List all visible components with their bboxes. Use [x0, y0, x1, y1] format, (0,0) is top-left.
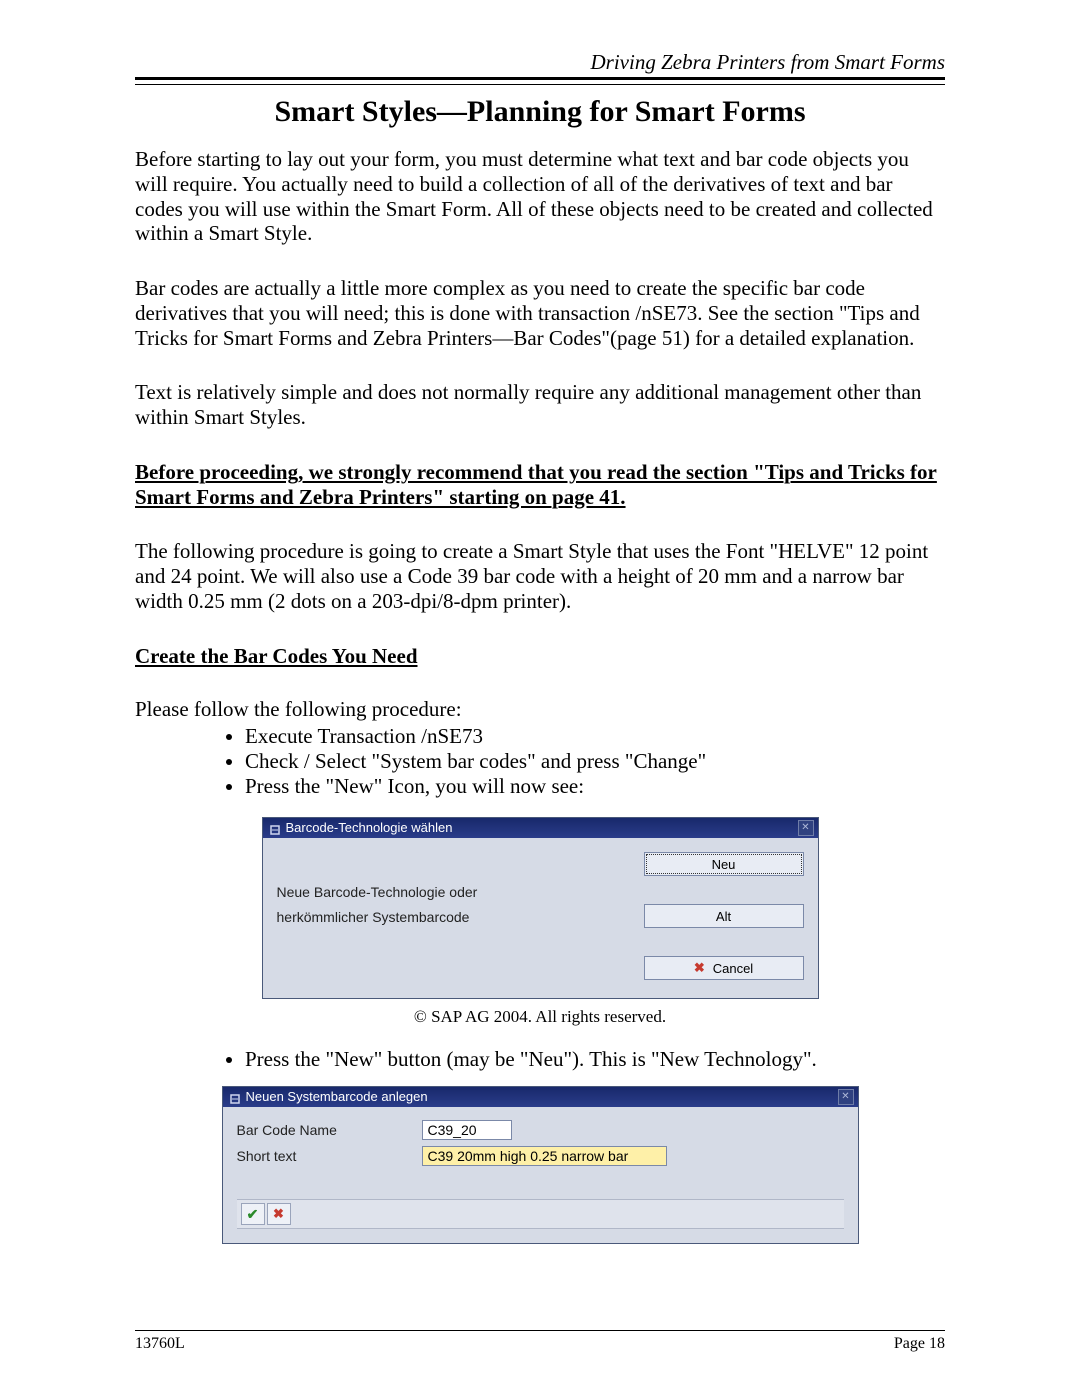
list-item: Press the "New" Icon, you will now see:	[245, 774, 945, 799]
alt-button[interactable]: Alt	[644, 904, 804, 928]
dialog-text-line-1: Neue Barcode-Technologie oder	[277, 880, 478, 905]
dialog-icon	[269, 822, 281, 834]
header-rule	[135, 77, 945, 85]
paragraph-1: Before starting to lay out your form, yo…	[135, 147, 945, 246]
dialog-titlebar: Barcode-Technologie wählen ✕	[263, 818, 818, 838]
list-item: Check / Select "System bar codes" and pr…	[245, 749, 945, 774]
sap-dialog-choose-tech: Barcode-Technologie wählen ✕ Neue Barcod…	[262, 817, 819, 999]
sap-dialog-new-barcode: Neuen Systembarcode anlegen ✕ Bar Code N…	[222, 1086, 859, 1244]
list-item: Press the "New" button (may be "Neu"). T…	[245, 1047, 945, 1072]
cancel-x-icon: ✖	[694, 960, 705, 976]
dialog-icon	[229, 1091, 241, 1103]
page-footer: 13760L Page 18	[135, 1330, 945, 1353]
paragraph-3: Text is relatively simple and does not n…	[135, 380, 945, 430]
procedure-intro: Please follow the following procedure:	[135, 697, 945, 722]
paragraph-4-warning: Before proceeding, we strongly recommend…	[135, 460, 945, 510]
neu-button[interactable]: Neu	[644, 852, 804, 876]
label-barcode-name: Bar Code Name	[237, 1122, 422, 1138]
dialog-title: Neuen Systembarcode anlegen	[246, 1087, 428, 1107]
check-icon: ✔	[247, 1206, 259, 1223]
paragraph-2: Bar codes are actually a little more com…	[135, 276, 945, 350]
procedure-list-2: Press the "New" button (may be "Neu"). T…	[135, 1047, 945, 1072]
dialog-text-line-2: herkömmlicher Systembarcode	[277, 905, 478, 930]
short-text-input[interactable]	[422, 1146, 667, 1166]
dialog-button-bar: ✔ ✖	[237, 1199, 844, 1229]
cancel-button[interactable]: ✖	[267, 1203, 291, 1225]
close-icon[interactable]: ✕	[838, 1089, 854, 1105]
caption-copyright-1: © SAP AG 2004. All rights reserved.	[135, 1007, 945, 1027]
close-icon[interactable]: ✕	[798, 820, 814, 836]
paragraph-5: The following procedure is going to crea…	[135, 539, 945, 613]
cancel-x-icon: ✖	[273, 1206, 284, 1222]
subheading-create-barcodes: Create the Bar Codes You Need	[135, 644, 945, 669]
list-item: Execute Transaction /nSE73	[245, 724, 945, 749]
footer-doc-id: 13760L	[135, 1335, 185, 1353]
label-short-text: Short text	[237, 1148, 422, 1164]
cancel-button[interactable]: ✖ Cancel	[644, 956, 804, 980]
barcode-name-input[interactable]	[422, 1120, 512, 1140]
footer-page-number: Page 18	[894, 1335, 945, 1353]
ok-button[interactable]: ✔	[241, 1203, 265, 1225]
page-title: Smart Styles—Planning for Smart Forms	[135, 95, 945, 129]
procedure-list-1: Execute Transaction /nSE73 Check / Selec…	[135, 724, 945, 800]
running-header: Driving Zebra Printers from Smart Forms	[135, 50, 945, 75]
dialog-titlebar: Neuen Systembarcode anlegen ✕	[223, 1087, 858, 1107]
dialog-title: Barcode-Technologie wählen	[286, 818, 453, 838]
